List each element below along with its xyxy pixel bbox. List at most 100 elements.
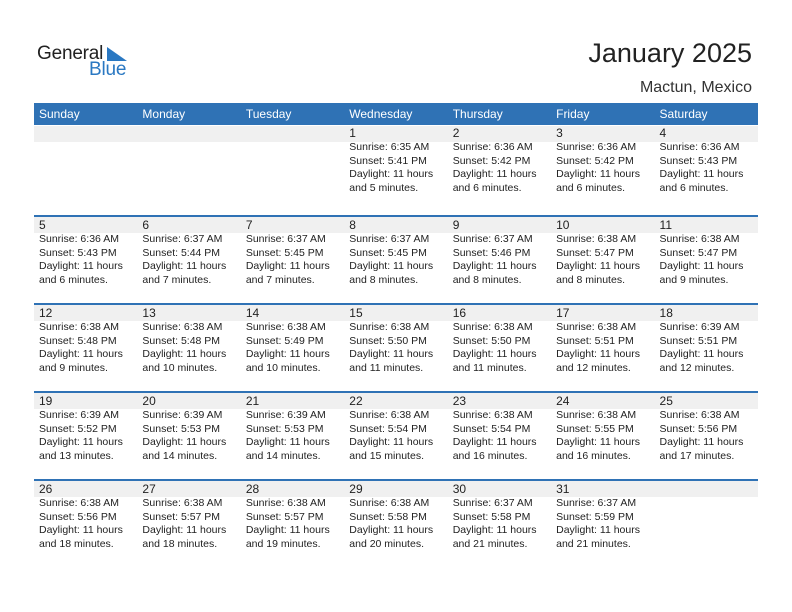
day-number: 28 [245, 482, 260, 496]
sunrise-time: Sunrise: 6:38 AM [659, 409, 740, 421]
sunrise-time: Sunrise: 6:36 AM [452, 141, 533, 153]
weekday-header-thursday: Thursday [452, 107, 503, 121]
day-number: 30 [452, 482, 467, 496]
day-cell: 26 Sunrise: 6:38 AM Sunset: 5:56 PM Dayligh… [34, 481, 137, 551]
day-cell [34, 125, 137, 195]
sunset-time: Sunset: 5:51 PM [659, 334, 738, 347]
sunrise-time: Sunrise: 6:37 AM [452, 497, 533, 509]
weekday-header-tuesday: Tuesday [245, 107, 292, 121]
day-cell: 4 Sunrise: 6:36 AM Sunset: 5:43 PM Daylight… [655, 125, 758, 195]
week-row: 19 Sunrise: 6:39 AM Sunset: 5:52 PM Dayligh… [34, 391, 758, 479]
calendar-grid: Sunday Monday Tuesday Wednesday Thursday Frid… [34, 103, 758, 567]
day-number: 31 [556, 482, 570, 496]
day-number: 24 [556, 394, 570, 408]
daylight-minutes: and 6 minutes. [659, 181, 729, 194]
daylight-hours: Daylight: 11 hours [142, 524, 227, 536]
sunset-time: Sunset: 5:48 PM [39, 334, 117, 347]
daylight-minutes: and 17 minutes. [659, 449, 735, 462]
daylight-hours: Daylight: 11 hours [659, 436, 744, 448]
sunrise-time: Sunrise: 6:38 AM [556, 409, 637, 421]
daylight-minutes: and 14 minutes. [245, 449, 321, 462]
daylight-minutes: and 11 minutes. [349, 361, 424, 374]
sunrise-time: Sunrise: 6:36 AM [659, 141, 740, 153]
page-title: January 2025 [588, 38, 752, 68]
daylight-minutes: and 18 minutes. [142, 537, 218, 550]
sunset-time: Sunset: 5:57 PM [245, 510, 324, 523]
location-label: Mactun, Mexico [639, 79, 752, 96]
daylight-minutes: and 19 minutes. [245, 537, 321, 550]
sunset-time: Sunset: 5:58 PM [349, 510, 427, 523]
day-number: 26 [39, 482, 53, 496]
day-number: 3 [556, 126, 563, 140]
weekday-header-row: Sunday Monday Tuesday Wednesday Thursday Frid… [34, 103, 758, 125]
day-cell: 17 Sunrise: 6:38 AM Sunset: 5:51 PM Dayligh… [551, 305, 654, 375]
day-cell: 29 Sunrise: 6:38 AM Sunset: 5:58 PM Dayligh… [344, 481, 447, 551]
daylight-hours: Daylight: 11 hours [556, 436, 640, 448]
day-number: 15 [349, 306, 363, 320]
days-row: 1 Sunrise: 6:35 AM Sunset: 5:41 PM Daylight… [34, 125, 758, 195]
sunset-time: Sunset: 5:53 PM [142, 422, 221, 435]
day-cell: 25 Sunrise: 6:38 AM Sunset: 5:56 PM Dayligh… [655, 393, 758, 463]
day-number [142, 125, 240, 141]
weekday-header-wednesday: Wednesday [349, 107, 413, 121]
day-cell: 31 Sunrise: 6:37 AM Sunset: 5:59 PM Dayligh… [551, 481, 654, 551]
days-row: 5 Sunrise: 6:36 AM Sunset: 5:43 PM Daylight… [34, 217, 758, 287]
days-row: 19 Sunrise: 6:39 AM Sunset: 5:52 PM Dayligh… [34, 393, 758, 463]
day-cell: 27 Sunrise: 6:38 AM Sunset: 5:57 PM Dayligh… [137, 481, 240, 551]
day-cell: 3 Sunrise: 6:36 AM Sunset: 5:42 PM Daylight… [551, 125, 654, 195]
days-row: 26 Sunrise: 6:38 AM Sunset: 5:56 PM Dayligh… [34, 481, 758, 551]
day-cell [655, 481, 758, 551]
day-cell: 2 Sunrise: 6:36 AM Sunset: 5:42 PM Daylight… [448, 125, 551, 195]
day-number: 23 [452, 394, 467, 408]
day-number [660, 481, 758, 497]
daylight-hours: Daylight: 11 hours [349, 436, 434, 448]
daylight-minutes: and 6 minutes. [452, 181, 522, 194]
daylight-hours: Daylight: 11 hours [349, 524, 434, 536]
daylight-minutes: and 20 minutes. [349, 537, 424, 550]
day-number: 25 [659, 394, 673, 408]
sunrise-time: Sunrise: 6:38 AM [142, 321, 223, 333]
week-row: 1 Sunrise: 6:35 AM Sunset: 5:41 PM Daylight… [34, 125, 758, 215]
weekday-header-monday: Monday [142, 107, 186, 121]
sunset-time: Sunset: 5:42 PM [452, 154, 531, 167]
daylight-minutes: and 8 minutes. [349, 273, 419, 286]
daylight-hours: Daylight: 11 hours [142, 348, 227, 360]
sunrise-time: Sunrise: 6:39 AM [659, 321, 740, 333]
daylight-hours: Daylight: 11 hours [349, 168, 434, 180]
daylight-hours: Daylight: 11 hours [39, 524, 123, 536]
day-cell: 22 Sunrise: 6:38 AM Sunset: 5:54 PM Dayligh… [344, 393, 447, 463]
day-cell: 14 Sunrise: 6:38 AM Sunset: 5:49 PM Dayligh… [241, 305, 344, 375]
day-number: 19 [39, 394, 53, 408]
day-number: 10 [556, 218, 570, 232]
day-number: 11 [659, 218, 672, 232]
daylight-hours: Daylight: 11 hours [659, 260, 744, 272]
day-cell: 8 Sunrise: 6:37 AM Sunset: 5:45 PM Daylight… [344, 217, 447, 287]
daylight-hours: Daylight: 11 hours [659, 168, 744, 180]
week-row: 26 Sunrise: 6:38 AM Sunset: 5:56 PM Dayligh… [34, 479, 758, 567]
day-number: 5 [39, 218, 46, 232]
day-cell: 30 Sunrise: 6:37 AM Sunset: 5:58 PM Dayligh… [448, 481, 551, 551]
day-number: 4 [659, 126, 667, 140]
daylight-minutes: and 10 minutes. [245, 361, 321, 374]
day-cell: 1 Sunrise: 6:35 AM Sunset: 5:41 PM Daylight… [344, 125, 447, 195]
day-number: 18 [659, 306, 673, 320]
day-number [39, 125, 137, 141]
weekday-header-friday: Friday [556, 107, 590, 121]
daylight-hours: Daylight: 11 hours [452, 168, 537, 180]
sunset-time: Sunset: 5:42 PM [556, 154, 634, 167]
sunset-time: Sunset: 5:56 PM [39, 510, 117, 523]
sunset-time: Sunset: 5:45 PM [349, 246, 427, 259]
day-cell: 23 Sunrise: 6:38 AM Sunset: 5:54 PM Dayligh… [448, 393, 551, 463]
daylight-minutes: and 6 minutes. [39, 273, 108, 286]
daylight-hours: Daylight: 11 hours [39, 260, 123, 272]
day-number: 1 [349, 126, 356, 140]
sunset-time: Sunset: 5:47 PM [556, 246, 634, 259]
day-cell: 18 Sunrise: 6:39 AM Sunset: 5:51 PM Dayligh… [655, 305, 758, 375]
day-cell: 6 Sunrise: 6:37 AM Sunset: 5:44 PM Daylight… [137, 217, 240, 287]
sunset-time: Sunset: 5:47 PM [659, 246, 738, 259]
day-cell: 16 Sunrise: 6:38 AM Sunset: 5:50 PM Dayligh… [448, 305, 551, 375]
day-cell: 10 Sunrise: 6:38 AM Sunset: 5:47 PM Dayligh… [551, 217, 654, 287]
daylight-minutes: and 8 minutes. [452, 273, 522, 286]
sunrise-time: Sunrise: 6:38 AM [39, 321, 119, 333]
day-cell: 12 Sunrise: 6:38 AM Sunset: 5:48 PM Dayligh… [34, 305, 137, 375]
